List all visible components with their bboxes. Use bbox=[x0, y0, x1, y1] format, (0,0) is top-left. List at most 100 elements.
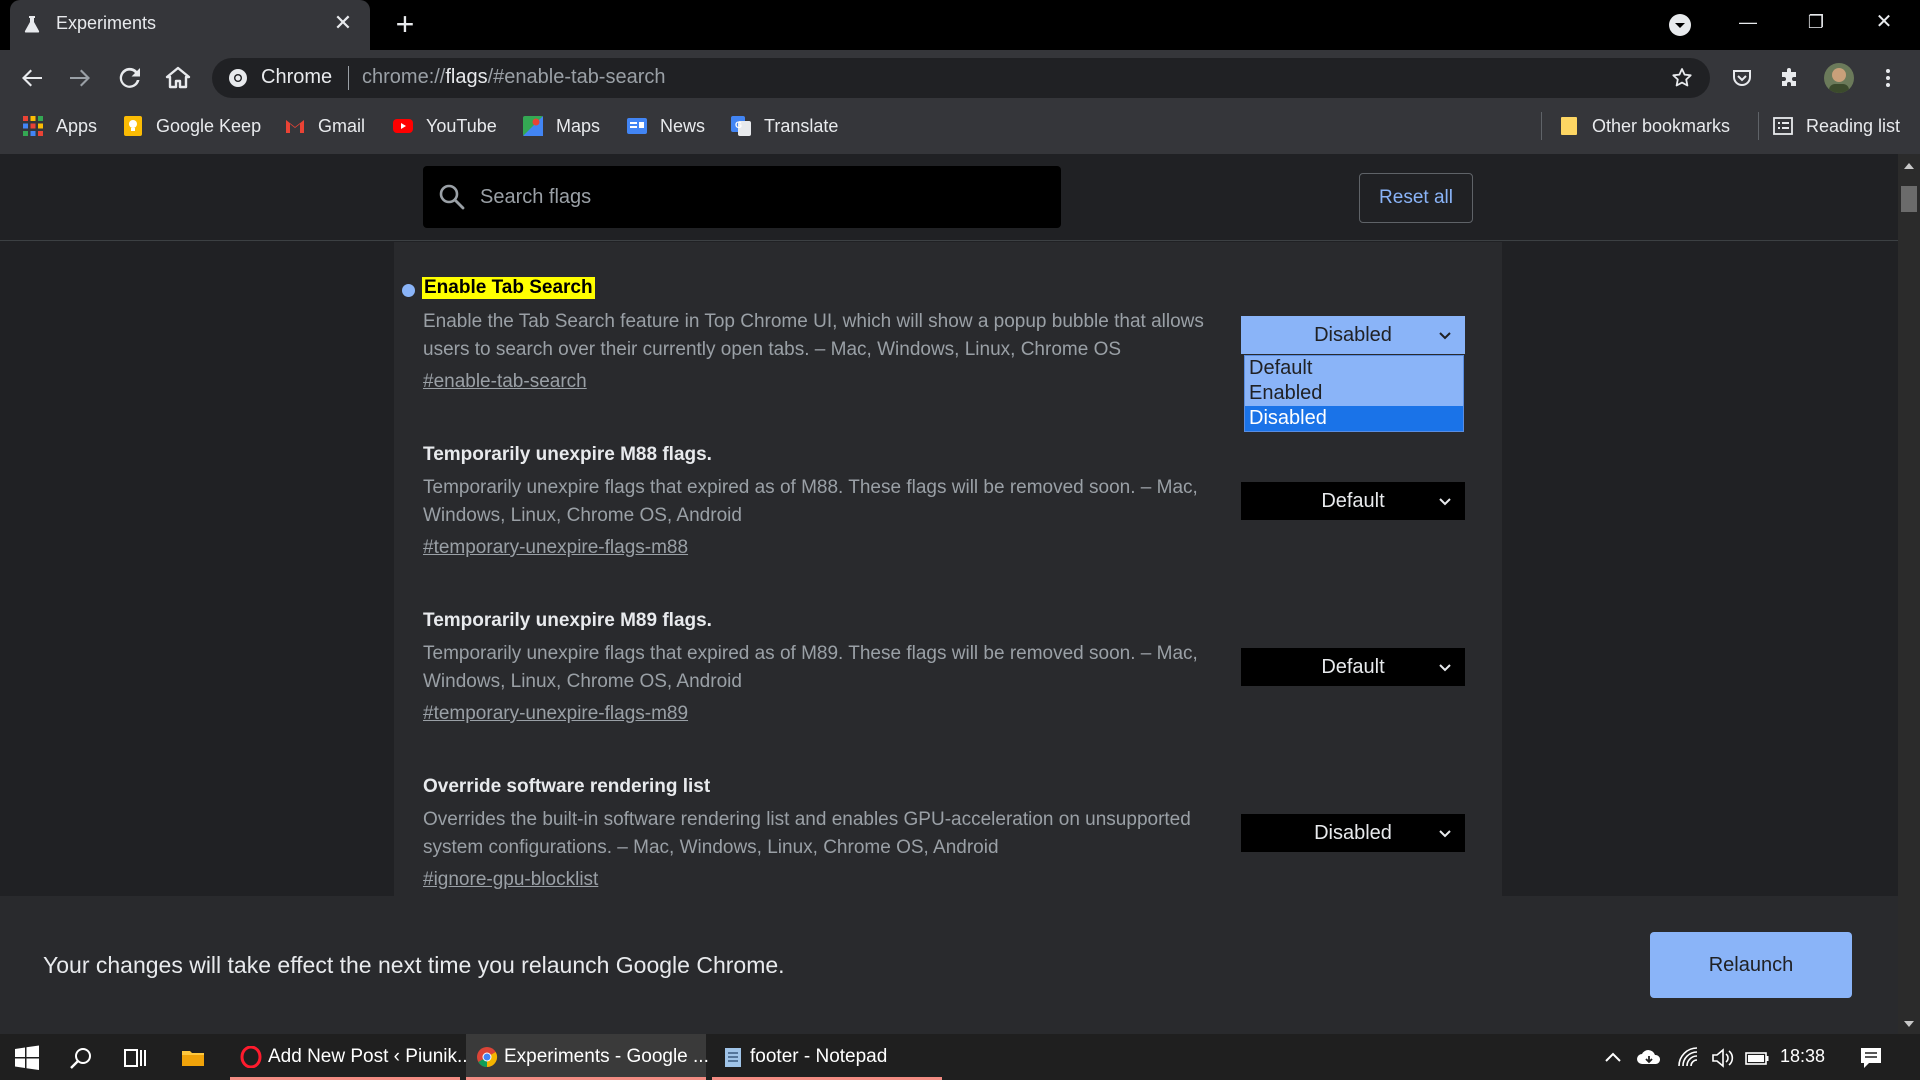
reading-list-icon bbox=[1773, 117, 1793, 135]
relaunch-message: Your changes will take effect the next t… bbox=[43, 952, 785, 978]
url-text[interactable]: chrome://flags/#enable-tab-search bbox=[362, 66, 666, 89]
kebab-menu-icon[interactable] bbox=[1876, 66, 1900, 90]
flag-select[interactable]: Disabled bbox=[1241, 316, 1465, 354]
flag-select[interactable]: Default bbox=[1241, 482, 1465, 520]
chevron-down-icon bbox=[1439, 498, 1451, 506]
bookmark-google-keep[interactable]: Google Keep bbox=[122, 113, 261, 139]
youtube-icon bbox=[393, 119, 413, 133]
omnibox-divider bbox=[348, 66, 349, 90]
apps-grid-icon bbox=[23, 116, 43, 136]
file-explorer-icon[interactable] bbox=[180, 1045, 206, 1071]
chrome-icon bbox=[477, 1047, 498, 1068]
flag-select[interactable]: Default bbox=[1241, 648, 1465, 686]
flag-select-dropdown: Default Enabled Disabled bbox=[1244, 355, 1464, 432]
modified-indicator-dot bbox=[402, 284, 415, 297]
svg-text:G: G bbox=[735, 120, 742, 130]
search-flags-input[interactable] bbox=[478, 176, 1038, 218]
flag-anchor-link[interactable]: #temporary-unexpire-flags-m89 bbox=[423, 703, 688, 725]
task-view-icon[interactable] bbox=[122, 1045, 148, 1071]
dropdown-option-default[interactable]: Default bbox=[1245, 356, 1463, 381]
gmail-icon bbox=[286, 120, 304, 133]
volume-icon[interactable] bbox=[1710, 1045, 1736, 1071]
bookmark-youtube[interactable]: YouTube bbox=[392, 113, 497, 139]
chevron-down-icon bbox=[1439, 664, 1451, 672]
flag-select[interactable]: Disabled bbox=[1241, 814, 1465, 852]
restore-button[interactable]: ❐ bbox=[1796, 6, 1836, 38]
extensions-puzzle-icon[interactable] bbox=[1778, 66, 1802, 90]
notepad-icon bbox=[725, 1048, 741, 1067]
home-icon[interactable] bbox=[162, 62, 194, 94]
dropdown-option-disabled[interactable]: Disabled bbox=[1245, 406, 1463, 431]
chevron-down-icon bbox=[1439, 332, 1451, 340]
flask-icon bbox=[24, 16, 40, 33]
bookmark-translate[interactable]: G Translate bbox=[730, 113, 838, 139]
windows-start-icon[interactable] bbox=[14, 1045, 40, 1071]
tab-search-icon[interactable] bbox=[1668, 13, 1692, 37]
new-tab-button[interactable]: + bbox=[390, 8, 420, 40]
chrome-logo-icon bbox=[229, 69, 247, 87]
flag-description: Temporarily unexpire flags that expired … bbox=[423, 477, 1198, 526]
tab-close-icon[interactable]: ✕ bbox=[330, 10, 356, 36]
action-center-notification-icon[interactable] bbox=[1858, 1045, 1884, 1071]
reading-list-label: Reading list bbox=[1806, 115, 1901, 136]
dropdown-option-enabled[interactable]: Enabled bbox=[1245, 381, 1463, 406]
bookmark-apps[interactable]: Apps bbox=[22, 113, 97, 139]
taskbar-app-opera[interactable]: Add New Post ‹ Piunik... bbox=[230, 1034, 473, 1080]
taskbar-clock[interactable]: 18:38 bbox=[1780, 1046, 1825, 1067]
flag-title: Override software rendering list bbox=[423, 776, 711, 797]
flag-anchor-link[interactable]: #ignore-gpu-blocklist bbox=[423, 869, 598, 891]
relaunch-button[interactable]: Relaunch bbox=[1650, 932, 1852, 998]
taskbar-app-chrome[interactable]: Experiments - Google ... bbox=[466, 1034, 709, 1080]
bookmark-label: Google Keep bbox=[156, 115, 262, 136]
onedrive-cloud-icon[interactable] bbox=[1636, 1045, 1662, 1071]
bookmark-gmail[interactable]: Gmail bbox=[284, 113, 365, 139]
bookmarks-divider bbox=[1541, 112, 1542, 140]
taskbar-app-notepad[interactable]: footer - Notepad bbox=[712, 1034, 942, 1080]
flag-anchor-link[interactable]: #temporary-unexpire-flags-m88 bbox=[423, 537, 688, 559]
flag-select-value: Disabled bbox=[1314, 323, 1392, 346]
bookmark-label: YouTube bbox=[426, 115, 497, 136]
flag-description: Enable the Tab Search feature in Top Chr… bbox=[423, 311, 1204, 360]
flag-anchor-link[interactable]: #enable-tab-search bbox=[423, 371, 587, 393]
tab-title: Experiments bbox=[56, 13, 157, 33]
scroll-down-arrow-icon[interactable] bbox=[1898, 1014, 1920, 1034]
reset-all-button[interactable]: Reset all bbox=[1359, 173, 1473, 223]
chevron-down-icon bbox=[1439, 830, 1451, 838]
bookmark-label: Maps bbox=[556, 115, 601, 136]
opera-icon bbox=[240, 1046, 262, 1068]
bookmark-label: Translate bbox=[764, 115, 839, 136]
profile-avatar[interactable] bbox=[1824, 63, 1854, 93]
search-taskbar-icon[interactable] bbox=[68, 1045, 94, 1071]
forward-arrow-icon[interactable] bbox=[64, 62, 96, 94]
window-close-button[interactable]: ✕ bbox=[1864, 6, 1904, 38]
bookmark-news[interactable]: News bbox=[626, 113, 705, 139]
bookmark-maps[interactable]: Maps bbox=[522, 113, 600, 139]
flag-description: Temporarily unexpire flags that expired … bbox=[423, 643, 1198, 692]
bookmark-label: Apps bbox=[56, 115, 98, 136]
bookmark-star-icon[interactable] bbox=[1670, 66, 1694, 90]
avatar-image-icon bbox=[1829, 68, 1849, 93]
scrollbar-thumb[interactable] bbox=[1901, 186, 1917, 212]
maps-icon bbox=[523, 116, 543, 136]
url-rest: /#enable-tab-search bbox=[487, 66, 666, 88]
pocket-icon[interactable] bbox=[1730, 66, 1754, 90]
battery-icon[interactable] bbox=[1744, 1045, 1770, 1071]
show-hidden-icons-chevron-icon[interactable] bbox=[1600, 1045, 1626, 1071]
search-icon bbox=[439, 184, 465, 210]
scrollbar[interactable] bbox=[1898, 154, 1920, 1034]
site-label: Chrome bbox=[261, 66, 333, 88]
wifi-icon[interactable] bbox=[1676, 1045, 1702, 1071]
other-bookmarks-label: Other bookmarks bbox=[1592, 115, 1731, 136]
reload-icon[interactable] bbox=[114, 62, 146, 94]
bookmark-other-folder[interactable]: Other bookmarks bbox=[1558, 113, 1730, 139]
bookmark-label: News bbox=[660, 115, 706, 136]
flag-select-value: Default bbox=[1321, 655, 1385, 678]
taskbar-app-label: Experiments - Google ... bbox=[504, 1046, 709, 1067]
bookmark-label: Gmail bbox=[318, 115, 366, 136]
google-keep-icon bbox=[124, 116, 142, 136]
back-arrow-icon[interactable] bbox=[16, 62, 48, 94]
minimize-button[interactable]: — bbox=[1728, 6, 1768, 38]
reading-list-button[interactable]: Reading list bbox=[1772, 113, 1900, 139]
flag-title: Temporarily unexpire M89 flags. bbox=[423, 610, 712, 631]
scroll-up-arrow-icon[interactable] bbox=[1898, 156, 1920, 176]
